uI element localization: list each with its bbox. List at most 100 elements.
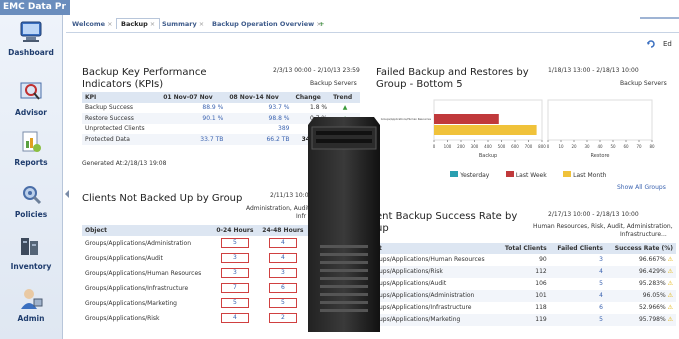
cell: 1.8 % [309,104,328,112]
cell: Groups/Applications/Marketing [85,299,177,307]
table-row: Groups/Applications/Infrastructure 7 6 [82,281,308,296]
count-link[interactable]: 3 [268,268,297,278]
sidebar-item-reports[interactable]: Reports [0,129,62,167]
sidebar-item-admin[interactable]: Admin [0,285,62,323]
sidebar-item-inventory[interactable]: Inventory [0,233,62,271]
cell: ups/Applications/Administration [376,289,498,302]
count-link[interactable]: 5 [268,298,297,308]
cell[interactable]: 4 [549,265,606,278]
tab-backup[interactable]: Backup × [116,18,161,29]
count-link[interactable]: 4 [268,253,297,263]
count-link[interactable]: 3 [220,268,249,278]
count-link[interactable]: 4 [220,313,249,323]
cell: 95.283% [638,280,666,287]
cell: Groups/Applications/Administration [85,239,191,247]
count-link[interactable]: 3 [220,253,249,263]
success-date-range: 2/17/13 10:00 - 2/18/13 10:00 [548,211,639,218]
x-tick-label: 100 [444,144,452,149]
count-link[interactable]: 6 [268,283,297,293]
table-row: Groups/Applications/Marketing 5 5 [82,296,308,311]
cell[interactable]: 5 [550,278,606,290]
col-header: Success Rate (%) [606,243,676,254]
table-row: ups/Applications/Audit 106 5 95.283% ⚠ [376,278,676,290]
cell[interactable]: 5 [549,313,606,326]
x-tick-label: 50 [610,144,616,149]
count-link[interactable]: 2 [268,313,297,323]
close-icon[interactable]: × [150,20,155,28]
refresh-icon[interactable] [646,39,656,49]
x-tick-label: 10 [558,144,564,149]
legend-label: Yesterday [460,172,490,179]
clients-table: Object 0-24 Hours 24-48 Hours Groups/Appli… [82,225,308,326]
success-table: t Total Clients Failed Clients Success Rate… [376,243,676,326]
policies-icon [23,186,42,205]
clients-scope-line2: Infr [296,213,307,220]
cell: 52.966% [638,304,666,311]
tab-backup-operation-overview[interactable]: Backup Operation Overview × [212,20,322,28]
success-title: ent Backup Success Rate by up [376,211,517,235]
cell: ups/Applications/Human Resources [379,256,485,263]
collapse-arrow-icon[interactable] [64,190,70,198]
add-tab-button[interactable]: + [319,20,324,28]
cell: Groups/Applications/Infrastructure [85,284,189,292]
x-tick-label: 700 [525,144,533,149]
failed-legend: Yesterday Last Week Last Month [450,171,606,179]
x-tick-label: 600 [511,144,519,149]
cell: Unprotected Clients [85,125,145,133]
count-link[interactable]: 4 [268,238,297,248]
x-tick-label: 70 [636,144,642,149]
cell [160,124,226,135]
sidebar-item-advisor[interactable]: Advisor [0,79,62,117]
sidebar-item-label: Dashboard [8,48,54,57]
server-tower-image [308,117,380,332]
x-tick-label: 40 [597,144,603,149]
legend-label: Last Week [515,172,547,179]
table-row: ups/Applications/Administration 101 4 96.05… [376,289,676,302]
x-tick-label: 0 [433,144,436,149]
dashboard-icon [20,21,42,42]
count-link[interactable]: 5 [220,238,249,248]
warning-icon: ⚠ [667,280,673,287]
col-header: 01 Nov-07 Nov [160,92,227,103]
cell[interactable]: 6 [550,302,606,314]
tab-summary[interactable]: Summary × [162,20,204,28]
cell: 98.8 % [226,113,293,124]
table-row: ups/Applications/Infrastructure 118 6 52.96… [376,302,676,314]
close-icon[interactable]: × [107,20,112,28]
warning-icon: ⚠ [667,292,673,299]
failed-title: Failed Backup and Restores by Group - Bo… [376,67,529,91]
cell: 90.1 % [160,113,227,124]
trend-up-icon: ▲ [342,104,348,112]
cell: 96.05% [642,292,666,299]
sidebar-item-dashboard[interactable]: Dashboard [0,19,62,67]
cell: 118 [535,304,547,311]
failed-title-line2: Group - Bottom 5 [376,79,463,90]
reports-icon [22,131,41,152]
success-scope-line2: Infrastructure... [620,231,667,238]
app-title: EMC Data Pr [0,0,70,15]
admin-icon [21,289,43,309]
x-tick-label: 300 [471,144,479,149]
count-link[interactable]: 5 [220,298,249,308]
success-title-line1: ent Backup Success Rate by [376,211,518,222]
cell[interactable]: 4 [549,289,606,302]
count-link[interactable]: 7 [220,283,249,293]
success-scope-line1: Human Resources, Risk, Audit, Administra… [533,223,673,230]
col-header: KPI [82,92,161,103]
table-row: ups/Applications/Risk 112 4 96.429% ⚠ [376,265,676,278]
table-row: Backup Success 88.9 % 93.7 % 1.8 % ▲ [82,103,360,114]
cell[interactable]: 389 [226,124,292,135]
cell: Restore Success [82,113,161,124]
close-icon[interactable]: × [199,20,204,28]
edit-button[interactable]: Ed [663,40,672,48]
bar-last-month [434,125,537,135]
table-row: Groups/Applications/Human Resources 3 3 [82,266,308,281]
sidebar-item-policies[interactable]: Policies [0,181,62,219]
show-all-groups-link[interactable]: Show All Groups [617,184,666,191]
tab-bar: Welcome × Backup × Summary × Backup Operati… [66,18,679,33]
warning-icon: ⚠ [667,316,673,323]
cell[interactable]: 3 [550,254,606,266]
bar-last-week [434,114,499,124]
x-axis-label: Restore [591,153,610,159]
tab-welcome[interactable]: Welcome × [72,20,113,28]
